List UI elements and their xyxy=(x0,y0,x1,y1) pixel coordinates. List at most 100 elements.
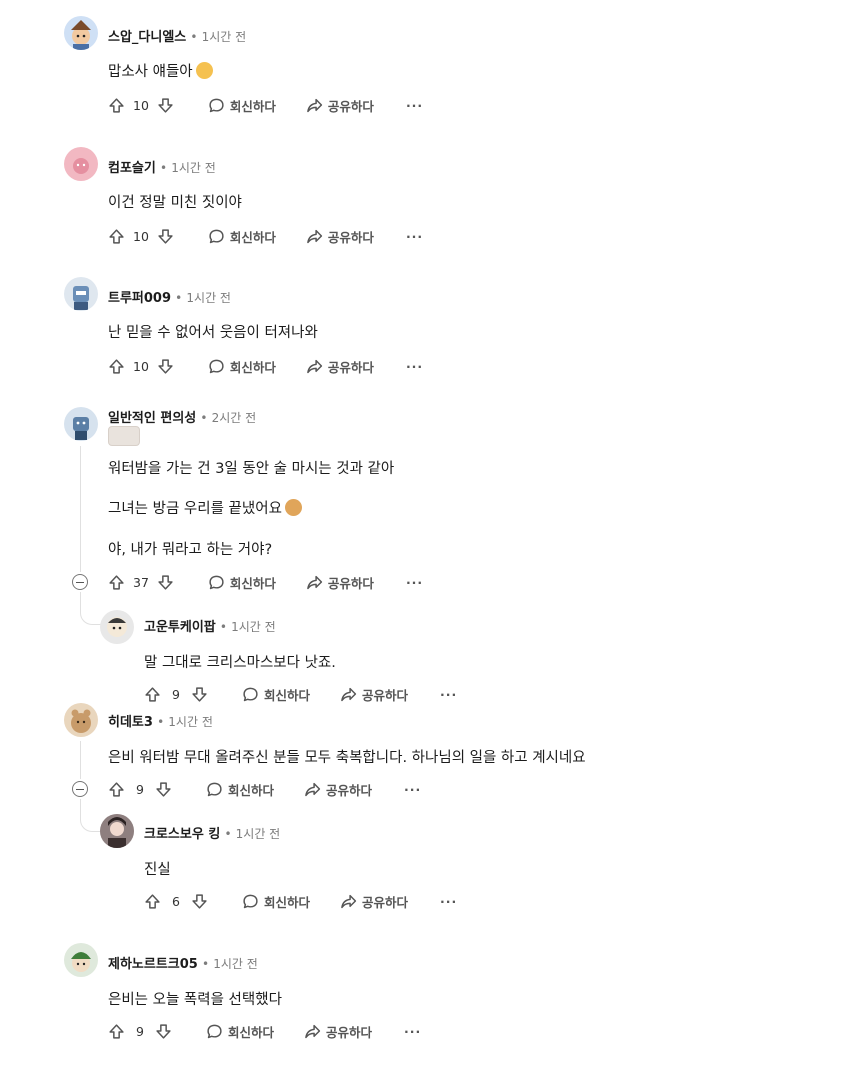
comment-actions: 9 회신하다 공유하다 ··· xyxy=(108,1020,421,1042)
timestamp: 1시간 전 xyxy=(201,30,247,44)
upvote-icon[interactable] xyxy=(108,228,125,245)
comment-bubble-icon xyxy=(208,97,225,114)
comment-actions: 10 회신하다 공유하다 ··· xyxy=(108,355,423,377)
username[interactable]: 히데토3 xyxy=(108,715,153,730)
downvote-icon[interactable] xyxy=(155,781,172,798)
more-options-button[interactable]: ··· xyxy=(406,575,423,590)
comment-meta: 히데토3 • 1시간 전 xyxy=(108,715,213,730)
downvote-icon[interactable] xyxy=(157,97,174,114)
downvote-icon[interactable] xyxy=(157,574,174,591)
username[interactable]: 고운투케이팝 xyxy=(144,620,216,635)
timestamp: 1시간 전 xyxy=(168,715,213,729)
share-button[interactable]: 공유하다 xyxy=(306,357,374,376)
share-icon xyxy=(304,1023,321,1040)
thread-line xyxy=(80,741,81,779)
avatar[interactable] xyxy=(64,407,98,441)
avatar[interactable] xyxy=(100,610,134,644)
downvote-icon[interactable] xyxy=(157,358,174,375)
avatar[interactable] xyxy=(64,703,98,737)
vote-group: 10 xyxy=(108,97,174,114)
avatar[interactable] xyxy=(64,16,98,50)
vote-count: 9 xyxy=(172,686,180,702)
upvote-icon[interactable] xyxy=(108,781,125,798)
avatar[interactable] xyxy=(64,147,98,181)
reply-button[interactable]: 회신하다 xyxy=(208,227,276,246)
upvote-icon[interactable] xyxy=(108,1023,125,1040)
upvote-icon[interactable] xyxy=(144,686,161,703)
avatar[interactable] xyxy=(100,814,134,848)
comment-meta: 스압_다니엘스 • 1시간 전 xyxy=(108,30,247,45)
more-options-button[interactable]: ··· xyxy=(440,687,457,702)
comment-meta: 컴포슬기 • 1시간 전 xyxy=(108,161,216,176)
comment-meta: 트루퍼009 • 1시간 전 xyxy=(108,291,231,306)
comment-actions: 10 회신하다 공유하다 ··· xyxy=(108,94,423,116)
vote-count: 10 xyxy=(133,97,149,113)
downvote-icon[interactable] xyxy=(191,893,208,910)
username[interactable]: 트루퍼009 xyxy=(108,291,171,306)
more-options-button[interactable]: ··· xyxy=(406,229,423,244)
reply-button[interactable]: 회신하다 xyxy=(206,1022,274,1041)
username[interactable]: 크로스보우 킹 xyxy=(144,827,220,842)
downvote-icon[interactable] xyxy=(191,686,208,703)
upvote-icon[interactable] xyxy=(108,574,125,591)
downvote-icon[interactable] xyxy=(157,228,174,245)
comment-text: 야, 내가 뭐라고 하는 거야? xyxy=(108,542,273,558)
collapse-thread-button[interactable] xyxy=(72,574,88,590)
reply-button[interactable]: 회신하다 xyxy=(208,96,276,115)
vote-group: 6 xyxy=(144,893,208,910)
share-icon xyxy=(304,781,321,798)
reply-button[interactable]: 회신하다 xyxy=(206,780,274,799)
more-options-button[interactable]: ··· xyxy=(406,98,423,113)
upvote-icon[interactable] xyxy=(144,893,161,910)
share-icon xyxy=(340,686,357,703)
share-button[interactable]: 공유하다 xyxy=(306,227,374,246)
reply-button[interactable]: 회신하다 xyxy=(208,357,276,376)
timestamp: 1시간 전 xyxy=(213,957,258,971)
timestamp: 1시간 전 xyxy=(235,827,281,841)
username[interactable]: 일반적인 편의성 xyxy=(108,411,196,426)
more-options-button[interactable]: ··· xyxy=(406,359,423,374)
comment-bubble-icon xyxy=(208,358,225,375)
vote-count: 37 xyxy=(133,574,149,590)
comment-text: 그녀는 방금 우리를 끝냈어요 xyxy=(108,497,302,518)
more-options-button[interactable]: ··· xyxy=(404,782,421,797)
share-button[interactable]: 공유하다 xyxy=(340,685,408,704)
avatar[interactable] xyxy=(64,943,98,977)
reply-button[interactable]: 회신하다 xyxy=(242,892,310,911)
comment-bubble-icon xyxy=(208,228,225,245)
vote-group: 9 xyxy=(144,686,208,703)
share-button[interactable]: 공유하다 xyxy=(306,96,374,115)
comment-text: 워터밤을 가는 건 3일 동안 술 마시는 것과 같아 xyxy=(108,461,395,477)
vote-group: 9 xyxy=(108,1023,172,1040)
comment-actions: 37 회신하다 공유하다 ··· xyxy=(108,571,423,593)
username[interactable]: 스압_다니엘스 xyxy=(108,30,186,45)
upvote-icon[interactable] xyxy=(108,97,125,114)
avatar[interactable] xyxy=(64,277,98,311)
share-icon xyxy=(306,574,323,591)
share-icon xyxy=(306,97,323,114)
vote-group: 10 xyxy=(108,228,174,245)
more-options-button[interactable]: ··· xyxy=(404,1024,421,1039)
more-options-button[interactable]: ··· xyxy=(440,894,457,909)
share-button[interactable]: 공유하다 xyxy=(306,573,374,592)
reply-button[interactable]: 회신하다 xyxy=(208,573,276,592)
comment-meta: 크로스보우 킹 • 1시간 전 xyxy=(144,827,281,842)
username[interactable]: 제하노르트크05 xyxy=(108,957,198,972)
reply-button[interactable]: 회신하다 xyxy=(242,685,310,704)
share-button[interactable]: 공유하다 xyxy=(304,780,372,799)
share-button[interactable]: 공유하다 xyxy=(304,1022,372,1041)
timestamp: 2시간 전 xyxy=(211,411,257,425)
share-button[interactable]: 공유하다 xyxy=(340,892,408,911)
timestamp: 1시간 전 xyxy=(231,620,276,634)
upvote-icon[interactable] xyxy=(108,358,125,375)
downvote-icon[interactable] xyxy=(155,1023,172,1040)
collapse-thread-button[interactable] xyxy=(72,781,88,797)
vote-group: 10 xyxy=(108,358,174,375)
comment-bubble-icon xyxy=(206,781,223,798)
comment-text: 난 믿을 수 없어서 웃음이 터져나와 xyxy=(108,325,318,341)
timestamp: 1시간 전 xyxy=(171,161,216,175)
username[interactable]: 컴포슬기 xyxy=(108,161,156,176)
comment-actions: 6 회신하다 공유하다 ··· xyxy=(144,890,457,912)
comment-meta: 일반적인 편의성 • 2시간 전 xyxy=(108,411,257,426)
comment-actions: 9 회신하다 공유하다 ··· xyxy=(144,683,457,705)
